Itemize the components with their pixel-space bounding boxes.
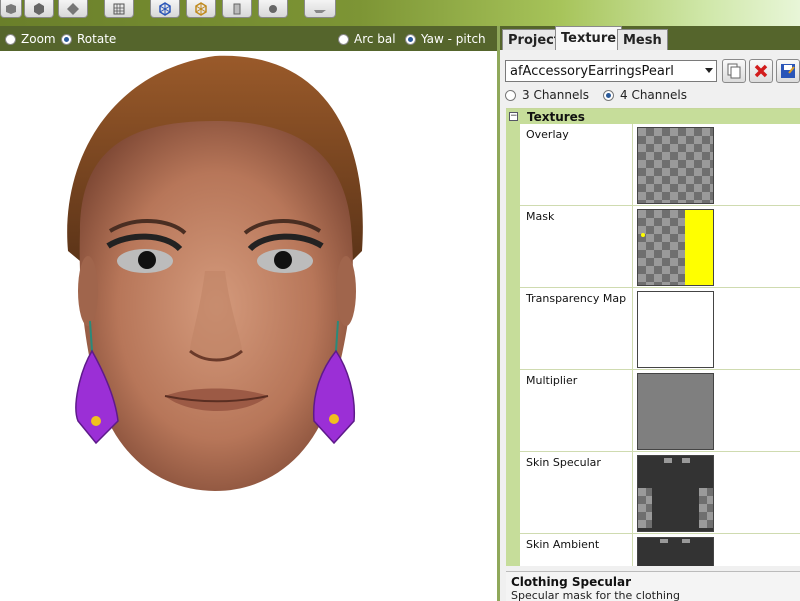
channels-4-label: 4 Channels bbox=[620, 88, 687, 102]
arcball-option[interactable]: Arc bal bbox=[338, 32, 396, 46]
description-title: Clothing Specular bbox=[511, 575, 632, 589]
zoom-radio[interactable] bbox=[5, 33, 16, 45]
cube-button[interactable] bbox=[0, 0, 22, 18]
channels-3-option[interactable]: 3 Channels bbox=[505, 88, 589, 102]
channels-3-radio[interactable] bbox=[505, 89, 516, 101]
save-button[interactable] bbox=[776, 59, 800, 83]
plane-icon bbox=[314, 9, 326, 13]
texture-select[interactable]: afAccessoryEarringsPearl bbox=[505, 60, 717, 82]
category-label: Textures bbox=[527, 109, 585, 124]
property-row-transparency-map[interactable]: Transparency Map bbox=[520, 288, 800, 370]
property-row-skin-ambient[interactable]: Skin Ambient bbox=[520, 534, 800, 566]
textures-category[interactable]: − Textures bbox=[506, 109, 800, 124]
mesh-gold-button[interactable] bbox=[186, 0, 216, 18]
grid-gutter bbox=[506, 124, 520, 566]
property-name: Skin Ambient bbox=[526, 538, 600, 551]
circle-button[interactable] bbox=[258, 0, 288, 18]
multiplier-thumbnail[interactable] bbox=[637, 373, 714, 450]
property-row-mask[interactable]: Mask bbox=[520, 206, 800, 288]
collapse-icon[interactable]: − bbox=[509, 112, 518, 121]
viewport-options-bar: Zoom Rotate Arc bal Yaw - pitch bbox=[0, 26, 497, 51]
save-icon bbox=[781, 64, 795, 78]
page-icon bbox=[233, 3, 241, 14]
skin-ambient-thumbnail[interactable] bbox=[637, 537, 714, 566]
box-button[interactable] bbox=[24, 0, 54, 18]
skin-specular-thumbnail[interactable] bbox=[637, 455, 714, 532]
main-toolbar bbox=[0, 0, 800, 26]
zoom-label: Zoom bbox=[21, 32, 56, 46]
tab-bar: Project Texture Mesh bbox=[500, 26, 800, 50]
rotate-label: Rotate bbox=[77, 32, 117, 46]
grid-icon bbox=[113, 3, 125, 14]
grid-button[interactable] bbox=[104, 0, 134, 18]
copy-button[interactable] bbox=[722, 59, 746, 83]
channels-4-radio[interactable] bbox=[603, 89, 614, 101]
tab-texture[interactable]: Texture bbox=[555, 26, 623, 50]
delete-icon bbox=[754, 64, 768, 78]
delete-button[interactable] bbox=[749, 59, 773, 83]
property-row-overlay[interactable]: Overlay bbox=[520, 124, 800, 206]
channels-4-option[interactable]: 4 Channels bbox=[603, 88, 687, 102]
mesh-blue-icon bbox=[159, 1, 171, 16]
arcball-label: Arc bal bbox=[354, 32, 396, 46]
channels-3-label: 3 Channels bbox=[522, 88, 589, 102]
texture-select-value: afAccessoryEarringsPearl bbox=[510, 63, 674, 79]
diamond-icon bbox=[67, 2, 79, 15]
chevron-down-icon bbox=[705, 68, 713, 73]
rotate-radio[interactable] bbox=[61, 33, 72, 45]
property-row-multiplier[interactable]: Multiplier bbox=[520, 370, 800, 452]
property-grid[interactable]: − Textures Overlay Mask Transparency Map… bbox=[506, 108, 800, 566]
page-button[interactable] bbox=[222, 0, 252, 18]
cube-icon bbox=[6, 3, 16, 14]
box-icon bbox=[34, 2, 44, 15]
transparency-map-thumbnail[interactable] bbox=[637, 291, 714, 368]
head-model bbox=[67, 55, 363, 491]
description-pane: Clothing Specular Specular mask for the … bbox=[506, 571, 800, 601]
tab-mesh[interactable]: Mesh bbox=[617, 29, 668, 50]
property-name: Overlay bbox=[526, 128, 569, 141]
mask-thumbnail[interactable] bbox=[637, 209, 714, 286]
circle-icon bbox=[269, 4, 277, 13]
3d-viewport[interactable] bbox=[0, 51, 497, 601]
property-name: Multiplier bbox=[526, 374, 578, 387]
property-name: Mask bbox=[526, 210, 555, 223]
yaw-pitch-option[interactable]: Yaw - pitch bbox=[405, 32, 486, 46]
diamond-button[interactable] bbox=[58, 0, 88, 18]
arcball-radio[interactable] bbox=[338, 33, 349, 45]
rotate-option[interactable]: Rotate bbox=[61, 32, 116, 46]
yaw-pitch-label: Yaw - pitch bbox=[421, 32, 486, 46]
property-name: Transparency Map bbox=[526, 292, 627, 305]
plane-button[interactable] bbox=[304, 0, 336, 18]
texture-panel: Project Texture Mesh afAccessoryEarrings… bbox=[500, 26, 800, 601]
description-text: Specular mask for the clothing bbox=[511, 589, 680, 601]
property-name: Skin Specular bbox=[526, 456, 601, 469]
overlay-thumbnail[interactable] bbox=[637, 127, 714, 204]
yaw-pitch-radio[interactable] bbox=[405, 33, 416, 45]
copy-icon bbox=[727, 63, 741, 79]
zoom-option[interactable]: Zoom bbox=[5, 32, 56, 46]
mesh-gold-icon bbox=[195, 1, 207, 16]
property-row-skin-specular[interactable]: Skin Specular bbox=[520, 452, 800, 534]
mesh-blue-button[interactable] bbox=[150, 0, 180, 18]
